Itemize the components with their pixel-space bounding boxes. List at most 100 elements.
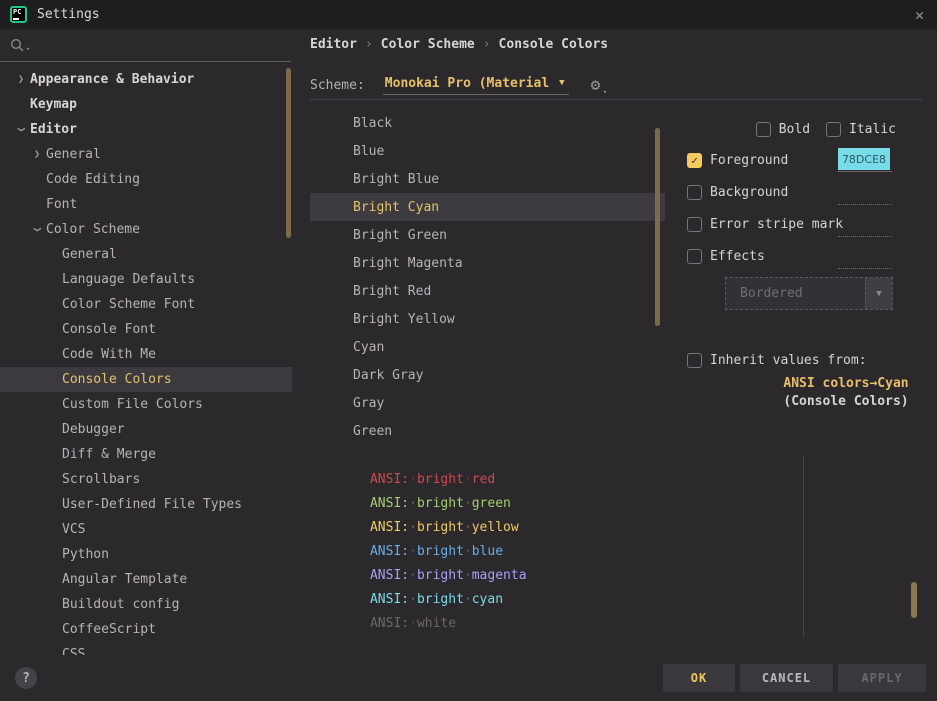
inherit-label: Inherit values from: — [710, 353, 867, 368]
color-list-item[interactable]: Dark Gray — [310, 361, 665, 389]
color-list-item-label: Dark Gray — [353, 368, 423, 383]
sidebar-scrollbar-thumb[interactable] — [286, 68, 291, 238]
console-color-list: Black Blue Bright Blue Bright Cyan Brigh… — [310, 109, 665, 445]
sidebar-item-label: Buildout config — [62, 597, 179, 612]
inherit-checkbox[interactable]: Inherit values from: — [687, 349, 867, 371]
italic-checkbox[interactable]: Italic — [826, 122, 896, 137]
color-list-item-label: Bright Magenta — [353, 256, 463, 271]
color-list-item[interactable]: Bright Blue — [310, 165, 665, 193]
sidebar-item-label: User-Defined File Types — [62, 497, 242, 512]
scheme-select[interactable]: Monokai Pro (Material ▼ — [383, 76, 569, 95]
ok-button[interactable]: OK — [663, 664, 735, 692]
sidebar-item[interactable]: Code Editing — [0, 167, 292, 192]
font-style-row: Bold Italic — [686, 119, 922, 139]
sidebar-item[interactable]: Angular Template — [0, 567, 292, 592]
effects-checkbox[interactable]: Effects — [687, 245, 765, 267]
color-list-item[interactable]: Bright Red — [310, 277, 665, 305]
background-checkbox-box — [687, 185, 702, 200]
sidebar-item[interactable]: General — [0, 242, 292, 267]
color-list-item[interactable]: Cyan — [310, 333, 665, 361]
sidebar-item-label: Custom File Colors — [62, 397, 203, 412]
color-list-item[interactable]: Bright Magenta — [310, 249, 665, 277]
error-stripe-color-field[interactable] — [838, 236, 892, 237]
sidebar-item[interactable]: Language Defaults — [0, 267, 292, 292]
effects-label: Effects — [710, 249, 765, 264]
inherit-source-link[interactable]: ANSI colors→Cyan — [746, 375, 937, 393]
tree-chevron-icon[interactable] — [12, 124, 30, 135]
foreground-label: Foreground — [710, 153, 788, 168]
color-list-item[interactable]: Bright Cyan — [310, 193, 665, 221]
tree-chevron-icon[interactable] — [12, 74, 30, 85]
color-list-item[interactable]: Gray — [310, 389, 665, 417]
scheme-gear-icon[interactable]: ⚙▾ — [591, 77, 601, 93]
titlebar: PC Settings ✕ — [0, 0, 937, 30]
sidebar-item[interactable]: Debugger — [0, 417, 292, 442]
preview-line-text: ANSI:·bright·green — [370, 496, 511, 511]
background-label: Background — [710, 185, 788, 200]
error-stripe-checkbox-box — [687, 217, 702, 232]
sidebar-item[interactable]: Scrollbars — [0, 467, 292, 492]
sidebar-item-label: Color Scheme Font — [62, 297, 195, 312]
background-checkbox[interactable]: Background — [687, 181, 788, 203]
sidebar-item[interactable]: Code With Me — [0, 342, 292, 367]
sidebar-item-label: CSS — [62, 647, 85, 655]
sidebar-item-label: Font — [46, 197, 77, 212]
scheme-row: Scheme: Monokai Pro (Material ▼ ⚙▾ — [310, 74, 600, 96]
pycharm-logo-text: PC — [13, 8, 21, 16]
bold-label: Bold — [779, 122, 810, 137]
color-list-item[interactable]: Bright Yellow — [310, 305, 665, 333]
color-list-item[interactable]: Bright Green — [310, 221, 665, 249]
help-button[interactable]: ? — [15, 667, 37, 689]
preview-line[interactable]: ANSI:·bright·red — [310, 449, 802, 468]
color-list-scrollbar-thumb[interactable] — [655, 128, 660, 326]
breadcrumb-separator: › — [365, 37, 373, 52]
sidebar-item[interactable]: Custom File Colors — [0, 392, 292, 417]
main-scrollbar-thumb[interactable] — [911, 582, 917, 618]
scheme-label: Scheme: — [310, 78, 365, 93]
effects-type-dropdown: Bordered ▼ — [725, 277, 893, 310]
preview-line-text: ANSI:·white — [370, 616, 456, 631]
sidebar-item-label: Console Font — [62, 322, 156, 337]
settings-tree: Appearance & Behavior Keymap Editor Gene… — [0, 62, 292, 655]
foreground-color-swatch[interactable]: 78DCE8 — [838, 148, 890, 170]
sidebar-item[interactable]: CSS — [0, 642, 292, 655]
sidebar-item[interactable]: Appearance & Behavior — [0, 67, 292, 92]
sidebar-item[interactable]: Color Scheme Font — [0, 292, 292, 317]
sidebar-item[interactable]: Console Font — [0, 317, 292, 342]
error-stripe-checkbox[interactable]: Error stripe mark — [687, 213, 843, 235]
background-color-field[interactable] — [838, 204, 892, 205]
sidebar-item[interactable]: User-Defined File Types — [0, 492, 292, 517]
tree-chevron-icon[interactable] — [28, 224, 46, 235]
color-list-item[interactable]: Green — [310, 417, 665, 445]
color-list-item[interactable]: Black — [310, 109, 665, 137]
color-list-item-label: Bright Cyan — [353, 200, 439, 215]
sidebar-item[interactable]: Color Scheme — [0, 217, 292, 242]
italic-checkbox-box — [826, 122, 841, 137]
foreground-checkbox[interactable]: Foreground — [687, 149, 788, 171]
color-list-item-label: Blue — [353, 144, 384, 159]
search-input[interactable]: ▾ — [0, 30, 292, 61]
bold-checkbox[interactable]: Bold — [756, 122, 810, 137]
bold-checkbox-box — [756, 122, 771, 137]
tree-chevron-icon[interactable] — [28, 149, 46, 160]
sidebar-item[interactable]: Console Colors — [0, 367, 292, 392]
cancel-button[interactable]: CANCEL — [740, 664, 833, 692]
close-icon[interactable]: ✕ — [915, 6, 924, 24]
color-list-item-label: Black — [353, 116, 392, 131]
sidebar-item[interactable]: Diff & Merge — [0, 442, 292, 467]
gear-caret-icon: ▾ — [603, 89, 607, 96]
color-list-item-label: Green — [353, 424, 392, 439]
sidebar-item[interactable]: Editor — [0, 117, 292, 142]
sidebar-item[interactable]: CoffeeScript — [0, 617, 292, 642]
sidebar-item[interactable]: Buildout config — [0, 592, 292, 617]
sidebar-item[interactable]: General — [0, 142, 292, 167]
search-history-caret-icon: ▾ — [26, 45, 30, 53]
sidebar-item[interactable]: Python — [0, 542, 292, 567]
effects-color-field[interactable] — [838, 268, 892, 269]
color-list-item[interactable]: Blue — [310, 137, 665, 165]
sidebar-item[interactable]: VCS — [0, 517, 292, 542]
breadcrumb-separator: › — [483, 37, 491, 52]
sidebar-item[interactable]: Keymap — [0, 92, 292, 117]
breadcrumb-part: Editor — [310, 37, 357, 52]
sidebar-item[interactable]: Font — [0, 192, 292, 217]
